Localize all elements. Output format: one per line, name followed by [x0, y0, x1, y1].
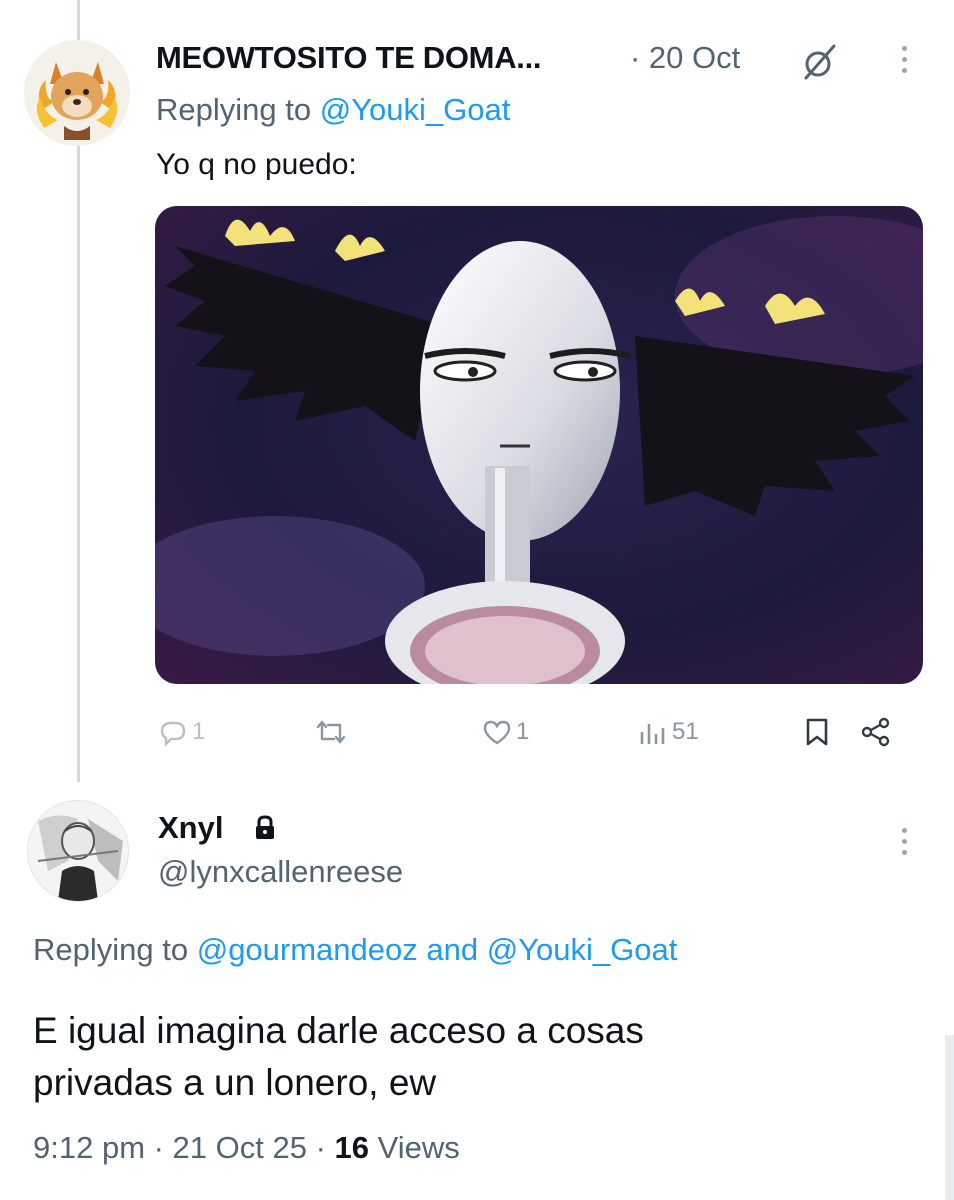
share-icon	[860, 717, 892, 747]
tweet-text-line: privadas a un lonero, ew	[33, 1062, 437, 1103]
views-label: Views	[377, 1130, 460, 1165]
tweet-image[interactable]	[155, 206, 923, 684]
mention-link[interactable]: @Youki_Goat	[487, 932, 678, 967]
retweet-button[interactable]	[314, 712, 348, 752]
views-count: 51	[672, 718, 699, 745]
tweet-date[interactable]: · 20 Oct	[630, 40, 740, 76]
tweet-timestamp[interactable]: 9:12 pm · 21 Oct 25 ·	[33, 1130, 326, 1165]
thread-connector	[77, 140, 80, 782]
thread-connector-top	[77, 0, 80, 40]
heart-icon	[482, 718, 512, 746]
tweet-meta: 9:12 pm · 21 Oct 25 · 16 Views	[33, 1130, 460, 1166]
reply-icon	[158, 717, 188, 747]
retweet-icon	[314, 717, 348, 747]
tweet-text: Yo q no puedo:	[156, 148, 357, 181]
more-options-icon[interactable]	[894, 46, 914, 73]
bookmark-icon	[803, 717, 831, 747]
replying-to-prefix: Replying to	[156, 92, 312, 127]
avatar[interactable]	[27, 800, 129, 902]
like-count: 1	[516, 718, 530, 745]
grok-icon[interactable]	[800, 42, 840, 87]
replying-to: Replying to @gourmandeoz and @Youki_Goat	[33, 932, 677, 968]
scrollbar[interactable]	[945, 1035, 954, 1200]
tweet-actions: 1 1 51	[0, 712, 954, 752]
avatar[interactable]	[24, 40, 130, 146]
tweet-text: E igual imagina darle acceso a cosas pri…	[33, 1005, 644, 1109]
like-button[interactable]: 1	[482, 712, 529, 752]
views-chart-icon	[638, 718, 668, 746]
views-count: 16	[334, 1130, 370, 1165]
share-button[interactable]	[860, 712, 892, 752]
bookmark-button[interactable]	[803, 712, 831, 752]
mention-link[interactable]: @Youki_Goat	[320, 92, 511, 127]
replying-to-prefix: Replying to	[33, 932, 189, 967]
reply-button[interactable]: 1	[158, 712, 205, 752]
mention-conjunction: and	[426, 932, 479, 967]
tweet-text-line: E igual imagina darle acceso a cosas	[33, 1010, 644, 1051]
mention-link[interactable]: @gourmandeoz	[197, 932, 418, 967]
views-button[interactable]: 51	[638, 712, 699, 752]
more-options-icon[interactable]	[894, 828, 914, 855]
lock-icon	[254, 815, 276, 846]
reply-count: 1	[192, 718, 206, 745]
author-handle[interactable]: @lynxcallenreese	[158, 854, 403, 890]
author-display-name[interactable]: MEOWTOSITO TE DOMA...	[156, 40, 542, 76]
replying-to: Replying to @Youki_Goat	[156, 92, 510, 128]
author-display-name[interactable]: Xnyl	[158, 810, 223, 846]
